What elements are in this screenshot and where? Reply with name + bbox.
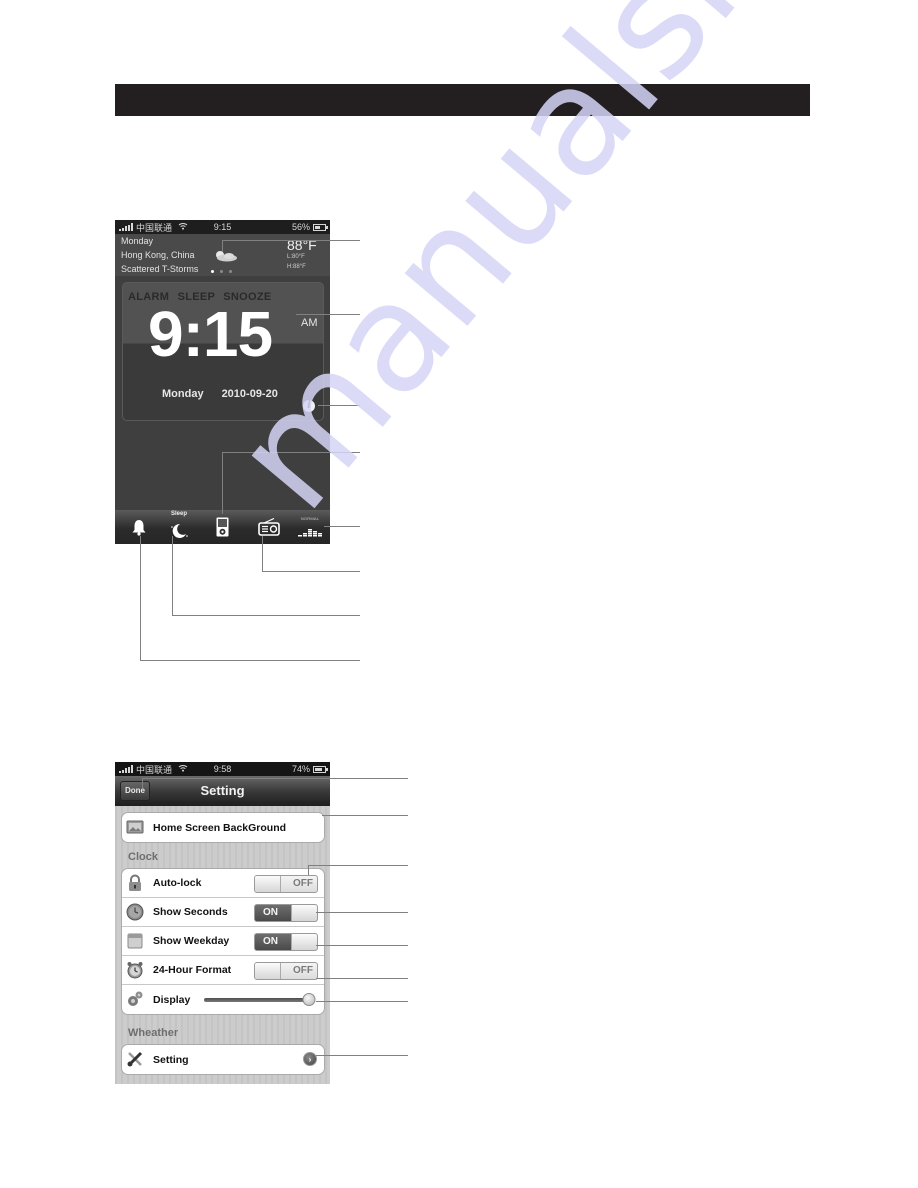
equalizer-mode-label: NORMAL (300, 516, 320, 521)
nav-bar: Done Setting (115, 776, 330, 806)
callout-line-alarm-h (140, 660, 360, 661)
clock-date-line: Monday 2010-09-20 (162, 388, 278, 400)
weather-low: L:80°F (287, 254, 305, 260)
show-weekday-row: Show Weekday ON (122, 927, 324, 956)
clock-ampm: AM (301, 317, 318, 329)
row-label: Setting (153, 1053, 189, 1066)
24-hour-format-row: 24-Hour Format OFF (122, 956, 324, 985)
weather-condition: Scattered T-Storms (121, 264, 199, 274)
callout-line-radio-h (262, 571, 360, 572)
ipod-icon (216, 517, 228, 537)
nav-title: Setting (200, 783, 245, 798)
slider-thumb[interactable] (302, 993, 315, 1006)
clock-icon (126, 903, 144, 921)
status-bar: 中国联通 9:58 74% (115, 762, 330, 776)
alarm-clock-icon (127, 962, 143, 979)
disclosure-arrow-icon[interactable]: › (303, 1052, 317, 1066)
callout-line-clock (296, 314, 360, 315)
row-label: Display (153, 993, 191, 1006)
info-button[interactable]: i (303, 400, 315, 412)
callout-line-info (318, 405, 360, 406)
auto-lock-toggle[interactable]: OFF (254, 875, 318, 893)
clock-weekday: Monday (162, 388, 204, 400)
picture-icon (126, 820, 144, 834)
toggle-state: ON (263, 936, 278, 947)
display-row: Display (122, 985, 324, 1014)
weather-cloud-sun-icon (216, 251, 237, 262)
callout-line-autolock-drop (308, 865, 309, 875)
tab-bar: Sleep NORMAL (115, 510, 330, 544)
display-brightness-slider[interactable] (204, 993, 315, 1006)
clock-group: Auto-lock OFF Show Seconds ON Show Weekd… (121, 868, 325, 1015)
gears-icon (128, 991, 143, 1006)
tab-sleep[interactable]: Sleep (165, 510, 193, 544)
settings-screen: 中国联通 9:58 74% Done Setting Home Screen B… (115, 762, 330, 1084)
callout-line-done (142, 778, 408, 779)
home-screen-background-row[interactable]: Home Screen BackGround (122, 813, 324, 842)
section-title-clock: Clock (128, 851, 158, 863)
background-group: Home Screen BackGround (121, 812, 325, 843)
callout-line-24hour (316, 978, 408, 979)
battery-icon (313, 223, 328, 231)
clock-date: 2010-09-20 (221, 388, 278, 400)
row-label: 24-Hour Format (153, 964, 232, 976)
callout-line-weekday (316, 945, 408, 946)
callout-line-radio-v (262, 536, 263, 571)
show-seconds-toggle[interactable]: ON (254, 904, 318, 922)
callout-line-sleep-v (172, 536, 173, 615)
row-label: Show Seconds (153, 906, 228, 918)
24-hour-format-toggle[interactable]: OFF (254, 962, 318, 980)
callout-line-background (322, 815, 408, 816)
row-label: Auto-lock (153, 877, 202, 889)
page-indicator[interactable] (211, 270, 232, 273)
battery-icon (313, 765, 328, 773)
tools-icon (127, 1051, 143, 1067)
callout-line-seconds (316, 912, 408, 913)
callout-line-sleep-h (172, 615, 360, 616)
show-weekday-toggle[interactable]: ON (254, 933, 318, 951)
tab-radio[interactable] (257, 510, 281, 544)
callout-line-music-drop (222, 452, 223, 514)
sleep-label: Sleep (170, 511, 187, 517)
section-header-bar (115, 84, 810, 116)
tab-alarm[interactable] (127, 510, 151, 544)
calendar-icon (127, 933, 143, 949)
toggle-state: OFF (293, 878, 313, 889)
row-label: Show Weekday (153, 935, 230, 947)
weather-group: Setting › (121, 1044, 325, 1075)
weather-location: Hong Kong, China (121, 250, 195, 260)
callout-line-autolock (308, 865, 408, 866)
weather-setting-row[interactable]: Setting › (122, 1045, 324, 1074)
tab-music[interactable] (211, 510, 233, 544)
clock-time: 9:15 (148, 298, 273, 370)
radio-icon (258, 518, 280, 536)
callout-line-weather (222, 240, 360, 241)
lock-icon (129, 874, 141, 891)
weather-day: Monday (121, 236, 154, 246)
page-dot[interactable] (220, 270, 223, 273)
page-dot[interactable] (229, 270, 232, 273)
callout-line-equalizer (324, 526, 360, 527)
battery-percent: 56% (291, 222, 310, 232)
toggle-state: OFF (293, 965, 313, 976)
callout-line-weather-setting (316, 1055, 408, 1056)
callout-line-alarm-v (140, 536, 141, 660)
callout-line-weather-drop (222, 240, 223, 252)
status-bar: 中国联通 9:15 56% (115, 220, 330, 234)
bell-icon (132, 519, 146, 536)
weather-high: H:88°F (287, 264, 306, 270)
callout-line-done-drop (142, 778, 143, 788)
equalizer-icon (298, 529, 322, 537)
section-title-weather: Wheather (128, 1027, 179, 1039)
callout-line-display (316, 1001, 408, 1002)
auto-lock-row: Auto-lock OFF (122, 869, 324, 898)
callout-line-music (222, 452, 360, 453)
toggle-state: ON (263, 907, 278, 918)
battery-percent: 74% (291, 764, 310, 774)
page-dot[interactable] (211, 270, 214, 273)
row-label: Home Screen BackGround (153, 821, 287, 834)
show-seconds-row: Show Seconds ON (122, 898, 324, 927)
tab-equalizer[interactable]: NORMAL (295, 510, 325, 544)
